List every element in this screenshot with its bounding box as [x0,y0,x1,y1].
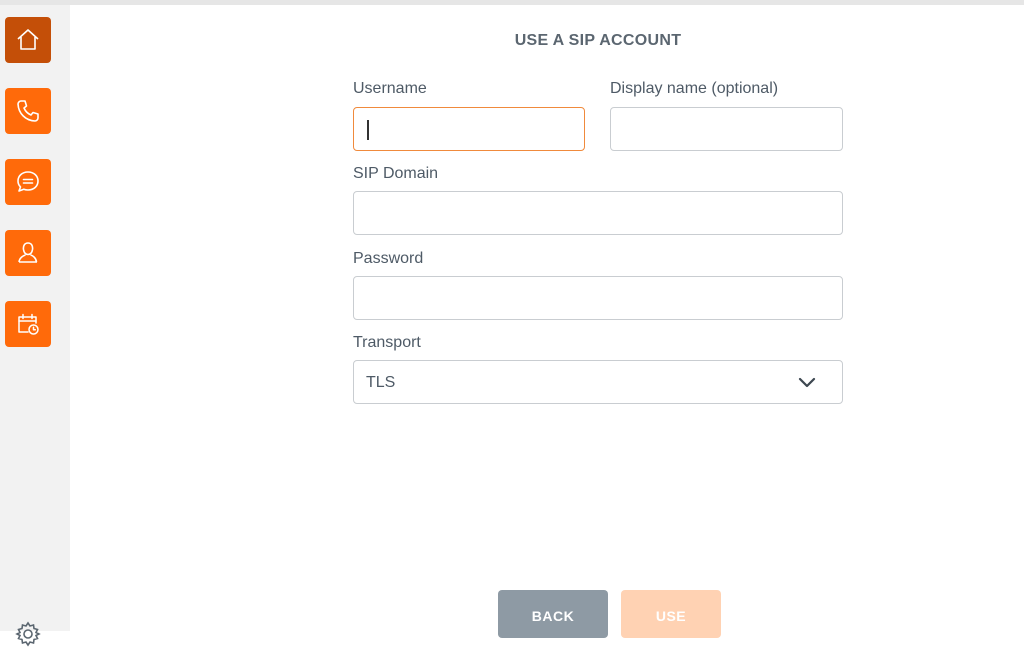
chat-icon [17,171,39,192]
display-name-label: Display name (optional) [610,80,779,97]
chevron-down-icon [798,377,816,388]
gear-icon[interactable] [15,621,41,647]
sidebar-item-history[interactable] [5,301,51,347]
calendar-clock-icon [18,313,39,335]
sidebar-item-home[interactable] [5,17,51,63]
sidebar [0,5,70,647]
sidebar-item-calls[interactable] [5,88,51,134]
sip-domain-input[interactable] [354,192,842,234]
top-bar [0,0,1024,5]
sidebar-item-contacts[interactable] [5,230,51,276]
sip-domain-label: SIP Domain [353,165,439,182]
transport-label: Transport [353,334,421,351]
page-title: USE A SIP ACCOUNT [514,32,682,49]
person-icon [18,242,38,263]
transport-select[interactable]: TLS [353,360,843,404]
username-label: Username [353,80,427,97]
home-icon [17,29,39,50]
display-name-field[interactable] [610,107,843,151]
display-name-input[interactable] [611,108,842,150]
password-field[interactable] [353,276,843,320]
sip-domain-field[interactable] [353,191,843,235]
username-input[interactable] [354,108,584,150]
phone-icon [17,100,39,122]
transport-selected-value: TLS [366,374,396,391]
username-field[interactable] [353,107,585,151]
text-caret [367,120,369,140]
password-label: Password [353,250,424,267]
sidebar-item-chat[interactable] [5,159,51,205]
password-input[interactable] [354,277,842,319]
